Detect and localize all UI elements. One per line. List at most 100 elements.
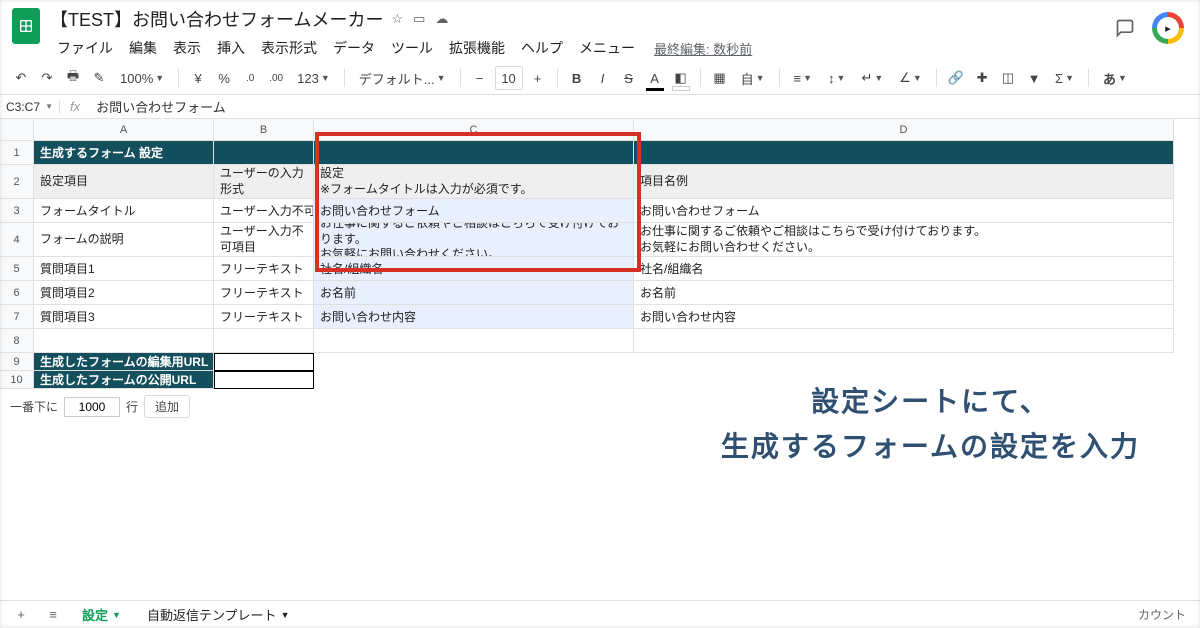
menu-extensions[interactable]: 拡張機能 [442,34,512,62]
cell[interactable] [634,329,1174,353]
row-header[interactable]: 7 [0,305,34,329]
cell[interactable]: 生成するフォーム 設定 [34,141,214,165]
cell[interactable] [214,371,314,389]
add-rows-input[interactable] [64,397,120,417]
count-label[interactable]: カウント [1138,606,1192,623]
print-icon[interactable]: 🖶 [62,66,84,90]
sheet-tab[interactable]: 自動返信テンプレート▼ [137,602,300,627]
menu-tools[interactable]: ツール [384,34,440,62]
increase-decimal-icon[interactable]: .00 [265,66,287,90]
menu-format[interactable]: 表示形式 [254,34,324,62]
row-header[interactable]: 3 [0,199,34,223]
comment-icon[interactable]: ✚ [971,66,993,90]
menu-custom[interactable]: メニュー [572,34,642,62]
cell[interactable] [634,353,1174,371]
row-header[interactable]: 8 [0,329,34,353]
move-icon[interactable]: ▭ [413,11,425,27]
cell[interactable]: フォームの説明 [34,223,214,257]
cell[interactable]: お問い合わせ内容 [314,305,634,329]
cell[interactable] [214,329,314,353]
row-header[interactable]: 10 [0,371,34,389]
cell[interactable] [314,371,634,389]
menu-insert[interactable]: 挿入 [210,34,252,62]
col-header[interactable]: A [34,119,214,141]
cell[interactable]: 生成したフォームの編集用URL [34,353,214,371]
paint-format-icon[interactable]: ✎ [88,66,110,90]
cell[interactable]: 質問項目1 [34,257,214,281]
bold-icon[interactable]: B [566,66,588,90]
comment-history-icon[interactable] [1112,15,1138,41]
filter-icon[interactable]: ▼ [1023,66,1045,90]
row-header[interactable]: 5 [0,257,34,281]
menu-edit[interactable]: 編集 [122,34,164,62]
cell[interactable]: 設定項目 [34,165,214,199]
link-icon[interactable]: 🔗 [945,66,967,90]
cell[interactable]: ユーザー入力不可項目 [214,199,314,223]
zoom-select[interactable]: 100%▼ [114,71,170,86]
add-sheet-icon[interactable]: + [8,604,34,626]
percent-icon[interactable]: % [213,66,235,90]
name-box[interactable]: C3:C7▼ [0,100,60,114]
cell[interactable] [214,353,314,371]
strike-icon[interactable]: S [618,66,640,90]
cell[interactable] [314,141,634,165]
number-format-select[interactable]: 123▼ [291,71,336,86]
redo-icon[interactable]: ↷ [36,66,58,90]
all-sheets-icon[interactable]: ≡ [40,604,66,626]
cloud-icon[interactable]: ☁ [435,11,448,27]
cell[interactable]: 生成したフォームの公開URL [34,371,214,389]
cell[interactable]: 社名/組織名 [634,257,1174,281]
doc-title[interactable]: 【TEST】お問い合わせフォームメーカー [50,6,383,32]
menu-help[interactable]: ヘルプ [514,34,570,62]
star-icon[interactable]: ☆ [391,11,403,27]
spreadsheet-grid[interactable]: 1 2 3 4 5 6 7 8 9 10 A B C D 生成するフォーム 設定… [0,119,1200,389]
menu-file[interactable]: ファイル [50,34,120,62]
cell[interactable]: お名前 [314,281,634,305]
cell[interactable]: フリーテキスト [214,257,314,281]
row-header[interactable]: 9 [0,353,34,371]
font-size-plus[interactable]: + [527,66,549,90]
cell[interactable] [314,329,634,353]
cell[interactable]: お問い合わせフォーム [634,199,1174,223]
cell[interactable]: フリーテキスト [214,281,314,305]
cell[interactable]: 項目名例 [634,165,1174,199]
sheet-tab-active[interactable]: 設定▼ [72,602,131,627]
font-size-minus[interactable]: − [469,66,491,90]
sheets-logo[interactable] [12,8,40,44]
cell[interactable]: お問い合わせ内容 [634,305,1174,329]
cell[interactable]: ユーザー入力不可項目 [214,223,314,257]
cell[interactable] [634,141,1174,165]
cell[interactable]: 質問項目3 [34,305,214,329]
cell[interactable]: フリーテキスト [214,305,314,329]
meet-icon[interactable]: ▸ [1152,12,1184,44]
merge-select[interactable]: ⾃▼ [735,69,771,88]
select-all-corner[interactable] [0,119,34,141]
row-header[interactable]: 6 [0,281,34,305]
cell[interactable]: 質問項目2 [34,281,214,305]
halign-select[interactable]: ≡▼ [788,71,819,86]
last-edit-link[interactable]: 最終編集: 数秒前 [654,39,752,58]
currency-icon[interactable]: ¥ [187,66,209,90]
cell[interactable] [214,141,314,165]
functions-select[interactable]: Σ▼ [1049,71,1080,86]
menu-data[interactable]: データ [326,34,382,62]
cell[interactable]: 設定 ※フォームタイトルは入力が必須です。 [314,165,634,199]
cell[interactable]: ユーザーの入力形式 [214,165,314,199]
decrease-decimal-icon[interactable]: .0 [239,66,261,90]
cell[interactable]: お仕事に関するご依頼やご相談はこちらで受け付けております。 お気軽にお問い合わせ… [634,223,1174,257]
cell[interactable]: フォームタイトル [34,199,214,223]
cell[interactable]: お名前 [634,281,1174,305]
font-size-input[interactable]: 10 [495,66,523,90]
text-color-icon[interactable]: A [644,66,666,90]
formula-input[interactable]: お問い合わせフォーム [90,97,1200,116]
ime-select[interactable]: あ▼ [1097,69,1133,88]
font-select[interactable]: デフォルト...▼ [353,69,452,88]
row-header[interactable]: 2 [0,165,34,199]
chart-icon[interactable]: ◫ [997,66,1019,90]
italic-icon[interactable]: I [592,66,614,90]
wrap-select[interactable]: ↵▼ [855,70,889,86]
col-header[interactable]: B [214,119,314,141]
cell[interactable]: 社名/組織名 [314,257,634,281]
cell[interactable] [314,353,634,371]
col-header[interactable]: D [634,119,1174,141]
